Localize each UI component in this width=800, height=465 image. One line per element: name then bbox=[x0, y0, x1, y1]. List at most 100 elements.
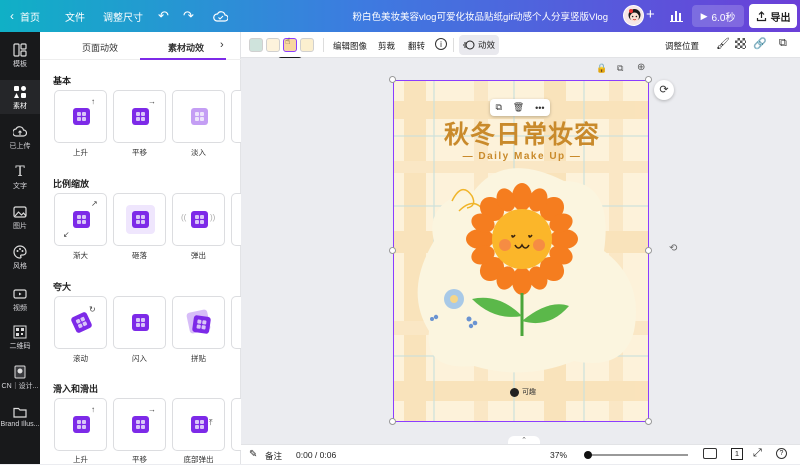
resize-handle[interactable] bbox=[389, 418, 396, 425]
redo-icon[interactable]: ↷ bbox=[183, 0, 194, 32]
rail-label: 已上传 bbox=[9, 143, 31, 150]
active-tab-indicator bbox=[140, 58, 226, 60]
fullscreen-icon[interactable]: ⤢ bbox=[753, 447, 762, 460]
rail-label: 二维码 bbox=[9, 343, 31, 350]
anim-label: 上升 bbox=[73, 455, 88, 464]
rail-qrcode[interactable]: 二维码 bbox=[0, 322, 40, 352]
rail-templates[interactable]: 模板 bbox=[0, 40, 40, 70]
anim-label: 平移 bbox=[132, 455, 147, 464]
anim-tile-collage[interactable] bbox=[172, 296, 225, 349]
resize-menu[interactable]: 调整尺寸 bbox=[103, 0, 143, 32]
play-icon: ▶ bbox=[700, 10, 708, 21]
add-user-button[interactable]: + bbox=[646, 6, 655, 23]
copy-style-icon[interactable]: ⧉ bbox=[779, 37, 787, 50]
design-title[interactable]: 秋冬日常妆容 bbox=[394, 115, 648, 151]
position-button[interactable]: 调整位置 bbox=[665, 40, 699, 52]
color-swatch[interactable] bbox=[300, 38, 314, 52]
rail-uploads[interactable]: 已上传 bbox=[0, 122, 40, 152]
anim-label: 拼贴 bbox=[191, 354, 206, 363]
color-swatch-selected[interactable]: ☝ bbox=[283, 36, 297, 52]
play-button[interactable]: ▶ 6.0秒 bbox=[692, 5, 744, 27]
tab-page-animation[interactable]: 页面动效 bbox=[82, 41, 118, 54]
lock-icon[interactable]: 🔒 bbox=[596, 63, 607, 74]
transparency-icon[interactable] bbox=[735, 38, 746, 49]
anim-tile-pan[interactable]: → bbox=[113, 90, 166, 143]
anim-tile-more[interactable] bbox=[231, 193, 241, 246]
rail-photos[interactable]: 图片 bbox=[0, 202, 40, 232]
duration-label: 6.0秒 bbox=[711, 12, 736, 24]
design-subtitle[interactable]: — Daily Make Up — bbox=[394, 151, 648, 162]
duplicate-page-icon[interactable]: ⧉ bbox=[617, 63, 623, 74]
anim-tile-pop[interactable]: (()) bbox=[172, 193, 225, 246]
cursor-hand-icon: ☝ bbox=[285, 36, 291, 46]
zoom-slider-thumb[interactable] bbox=[584, 451, 592, 459]
animate-button[interactable]: 动效 bbox=[459, 35, 499, 55]
arrow-right-icon: → bbox=[148, 405, 156, 414]
crop-button[interactable]: 剪裁 bbox=[378, 40, 395, 52]
sunflower-illustration[interactable] bbox=[424, 181, 624, 341]
anim-tile-fade[interactable] bbox=[172, 90, 225, 143]
info-icon[interactable]: i bbox=[435, 38, 447, 50]
anim-tile-roll[interactable]: ↻ bbox=[54, 296, 107, 349]
insights-button[interactable] bbox=[665, 6, 689, 26]
document-title[interactable]: 粉白色美妆美容vlog可爱化妆品贴纸gif动感个人分享竖版Vlog bbox=[353, 0, 608, 32]
element-icon bbox=[191, 108, 208, 125]
anim-tile-drop[interactable] bbox=[113, 193, 166, 246]
color-swatch[interactable] bbox=[266, 38, 280, 52]
trash-icon[interactable]: 🗑 bbox=[513, 102, 524, 113]
anim-tile-slide-rise[interactable]: ↑ bbox=[54, 398, 107, 451]
refresh-button[interactable]: ⟳ bbox=[654, 80, 674, 100]
file-menu[interactable]: 文件 bbox=[65, 0, 85, 32]
avatar[interactable] bbox=[623, 5, 644, 26]
rail-brand-illus[interactable]: Brand Illus... bbox=[0, 402, 40, 432]
home-button[interactable]: ‹ 首页 bbox=[10, 0, 40, 32]
resize-handle[interactable] bbox=[389, 76, 396, 83]
rail-videos[interactable]: 视频 bbox=[0, 284, 40, 314]
design-page[interactable]: 秋冬日常妆容 — Daily Make Up — 可趣 bbox=[393, 80, 649, 422]
rotate-icon[interactable]: ⟲ bbox=[669, 243, 677, 254]
tab-element-animation[interactable]: 素材动效 bbox=[168, 41, 204, 54]
grid-view-icon[interactable] bbox=[703, 448, 717, 459]
chevron-right-icon[interactable]: › bbox=[220, 39, 224, 51]
anim-tile-more[interactable] bbox=[231, 296, 241, 349]
copy-icon[interactable]: ⧉ bbox=[495, 102, 501, 113]
resize-handle[interactable] bbox=[645, 247, 652, 254]
rail-styles[interactable]: 风格 bbox=[0, 242, 40, 272]
element-icon bbox=[73, 416, 90, 433]
flip-button[interactable]: 翻转 bbox=[408, 40, 425, 52]
templates-icon bbox=[13, 43, 27, 57]
color-swatch[interactable] bbox=[249, 38, 263, 52]
rail-elements[interactable]: 素材 bbox=[0, 80, 40, 114]
anim-tile-flash[interactable] bbox=[113, 296, 166, 349]
edit-image-button[interactable]: 编辑图像 bbox=[333, 40, 367, 52]
playback-time: 0:00 / 0:06 bbox=[296, 450, 337, 460]
rail-text[interactable]: T 文字 bbox=[0, 162, 40, 192]
zoom-slider[interactable] bbox=[584, 451, 688, 459]
add-page-icon[interactable]: ⊕ bbox=[637, 62, 645, 73]
resize-handle[interactable] bbox=[645, 76, 652, 83]
anim-tile-more[interactable] bbox=[231, 90, 241, 143]
resize-handle[interactable] bbox=[645, 418, 652, 425]
paint-roller-icon[interactable]: 🖌 bbox=[716, 37, 730, 50]
link-icon[interactable]: 🔗 bbox=[753, 37, 767, 50]
rail-brand-cn[interactable]: CN｜设计... bbox=[0, 362, 40, 392]
export-button[interactable]: 导出 bbox=[749, 4, 797, 28]
zoom-level[interactable]: 37% bbox=[550, 450, 567, 460]
undo-icon[interactable]: ↶ bbox=[158, 0, 169, 32]
resize-label: 调整尺寸 bbox=[103, 12, 143, 24]
notes-button[interactable]: 备注 bbox=[265, 450, 282, 462]
anim-tile-grow[interactable]: ↗ ↙ bbox=[54, 193, 107, 246]
anim-label: 弹出 bbox=[191, 251, 206, 260]
anim-tile-bottom-pop[interactable]: ⤒ bbox=[172, 398, 225, 451]
anim-tile-slide-pan[interactable]: → bbox=[113, 398, 166, 451]
cloud-save-icon[interactable] bbox=[213, 0, 228, 32]
notes-icon[interactable]: ✎ bbox=[249, 449, 257, 460]
more-icon[interactable]: ••• bbox=[535, 103, 544, 113]
page-count-button[interactable]: 1 bbox=[731, 448, 743, 460]
anim-tile-rise[interactable]: ↑ bbox=[54, 90, 107, 143]
element-icon bbox=[70, 311, 93, 334]
resize-handle[interactable] bbox=[389, 247, 396, 254]
anim-tile-more[interactable] bbox=[231, 398, 241, 451]
rail-label: Brand Illus... bbox=[0, 421, 40, 428]
help-icon[interactable]: ? bbox=[776, 448, 787, 459]
